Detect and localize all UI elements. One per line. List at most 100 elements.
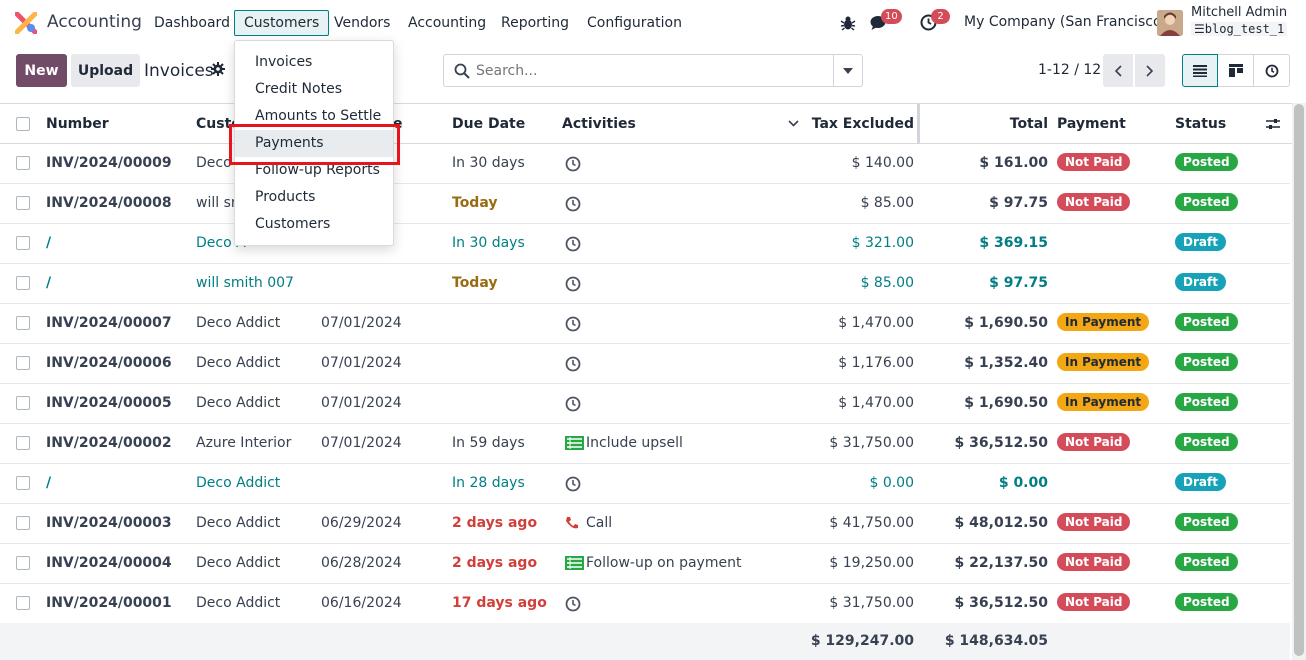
row-checkbox[interactable] <box>16 436 30 450</box>
company-switcher[interactable]: My Company (San Francisco) <box>964 14 1167 30</box>
invoice-number: INV/2024/00006 <box>46 355 172 371</box>
app-name[interactable]: Accounting <box>47 12 142 32</box>
activity-summary: Include upsell <box>586 435 683 451</box>
user-avatar[interactable] <box>1157 10 1183 36</box>
row-checkbox[interactable] <box>16 356 30 370</box>
row-checkbox[interactable] <box>16 196 30 210</box>
col-tax-excluded[interactable]: Tax Excluded <box>812 116 914 132</box>
clock-icon[interactable] <box>565 316 581 336</box>
invoice-number: / <box>46 475 52 491</box>
row-checkbox[interactable] <box>16 276 30 290</box>
col-due-date[interactable]: Due Date <box>452 116 525 132</box>
customer-name: Deco Addict <box>196 555 281 571</box>
search-icon <box>454 63 470 79</box>
bug-icon[interactable] <box>840 15 856 31</box>
table-header: Number Custo e Due Date Activities Tax E… <box>0 103 1306 144</box>
table-row[interactable]: / Deco A In 30 days $ 321.00 $ 369.15 Draft <box>0 224 1290 264</box>
gear-icon[interactable] <box>211 62 225 76</box>
row-checkbox[interactable] <box>16 236 30 250</box>
col-status[interactable]: Status <box>1175 116 1226 132</box>
due-date: In 28 days <box>452 475 525 491</box>
row-checkbox[interactable] <box>16 556 30 570</box>
status-badge: Posted <box>1175 433 1238 451</box>
total-amount: $ 0.00 <box>998 475 1048 491</box>
table-row[interactable]: / Deco Addict In 28 days $ 0.00 $ 0.00 Draft <box>0 464 1290 504</box>
customer-name: Deco Addict <box>196 595 281 611</box>
activity-view-button[interactable] <box>1254 54 1290 87</box>
table-row[interactable]: INV/2024/00008will smeToday$ 85.00$ 97.7… <box>0 184 1290 224</box>
total-amount: $ 369.15 <box>979 235 1048 251</box>
menu-customers[interactable]: Customers <box>234 10 330 36</box>
table-row[interactable]: INV/2024/00004 Deco Addict 06/28/2024 2 day… <box>0 544 1290 584</box>
table-row[interactable]: INV/2024/00006 Deco Addict 07/01/2024 $ 1,1… <box>0 344 1290 384</box>
clock-icon[interactable] <box>565 396 581 416</box>
pager-value[interactable]: 1-12 / 12 <box>1038 62 1101 78</box>
payment-status-badge: In Payment <box>1057 393 1150 411</box>
clock-icon[interactable] <box>565 236 581 256</box>
chevron-left-icon <box>1114 64 1122 77</box>
row-checkbox[interactable] <box>16 156 30 170</box>
user-name[interactable]: Mitchell Admin <box>1191 5 1287 20</box>
total-amount: $ 22,137.50 <box>954 555 1048 571</box>
search-options-toggle[interactable] <box>833 55 862 86</box>
tax-excluded: $ 31,750.00 <box>829 595 914 611</box>
tax-excluded: $ 0.00 <box>869 475 914 491</box>
table-row[interactable]: INV/2024/00007 Deco Addict 07/01/2024 $ 1,4… <box>0 304 1290 344</box>
clock-icon[interactable] <box>565 156 581 176</box>
col-payment[interactable]: Payment <box>1057 116 1126 132</box>
search-input[interactable] <box>476 61 831 81</box>
col-total[interactable]: Total <box>1010 116 1048 132</box>
menu-vendors[interactable]: Vendors <box>324 10 400 36</box>
col-activities[interactable]: Activities <box>562 116 636 132</box>
menu-item-credit-notes[interactable]: Credit Notes <box>235 76 393 103</box>
optional-columns-icon[interactable] <box>1266 117 1280 131</box>
upload-button[interactable]: Upload <box>71 54 140 87</box>
menu-reporting[interactable]: Reporting <box>491 10 579 36</box>
col-number[interactable]: Number <box>46 116 109 132</box>
clock-icon[interactable] <box>565 476 581 496</box>
menu-configuration[interactable]: Configuration <box>577 10 692 36</box>
menu-item-invoices[interactable]: Invoices <box>235 49 393 76</box>
kanban-view-button[interactable] <box>1218 54 1254 87</box>
row-checkbox[interactable] <box>16 476 30 490</box>
phone-icon[interactable] <box>565 516 579 534</box>
table-row[interactable]: INV/2024/00003 Deco Addict 06/29/2024 2 day… <box>0 504 1290 544</box>
accounting-app-icon[interactable] <box>15 12 37 34</box>
table-row[interactable]: INV/2024/00001 Deco Addict 06/16/2024 17 da… <box>0 584 1290 624</box>
pager-next-button[interactable] <box>1135 54 1165 87</box>
table-row[interactable]: INV/2024/00005 Deco Addict 07/01/2024 $ 1,4… <box>0 384 1290 424</box>
todo-list-icon[interactable] <box>565 436 584 454</box>
due-date: Today <box>452 195 498 211</box>
table-row[interactable]: / will smith 007 Today $ 85.00 $ 97.75 Draft <box>0 264 1290 304</box>
invoice-date: 06/29/2024 <box>321 515 402 531</box>
todo-list-icon[interactable] <box>565 556 584 574</box>
clock-icon[interactable] <box>565 596 581 616</box>
tax-excluded: $ 1,470.00 <box>838 315 914 331</box>
total-amount: $ 97.75 <box>989 195 1048 211</box>
pager-previous-button[interactable] <box>1103 54 1133 87</box>
database-name: ☰blog_test_1 <box>1191 22 1288 36</box>
chevron-down-icon[interactable] <box>788 120 799 127</box>
due-date: In 59 days <box>452 435 525 451</box>
menu-item-products[interactable]: Products <box>235 184 393 211</box>
clock-icon[interactable] <box>565 356 581 376</box>
menu-accounting[interactable]: Accounting <box>398 10 496 36</box>
list-view-button[interactable] <box>1182 54 1218 87</box>
invoice-number: INV/2024/00002 <box>46 435 172 451</box>
row-checkbox[interactable] <box>16 596 30 610</box>
new-button[interactable]: New <box>16 54 67 87</box>
menu-item-customers[interactable]: Customers <box>235 211 393 238</box>
table-row[interactable]: INV/2024/00002 Azure Interior 07/01/2024 In… <box>0 424 1290 464</box>
row-checkbox[interactable] <box>16 396 30 410</box>
clock-icon[interactable] <box>565 196 581 216</box>
clock-icon[interactable] <box>565 276 581 296</box>
table-row[interactable]: INV/2024/00009 Deco In 30 days $ 140.00 $ 16… <box>0 144 1290 184</box>
menu-dashboard[interactable]: Dashboard <box>144 10 240 36</box>
scrollbar-thumb[interactable] <box>1294 104 1304 656</box>
invoice-date: 07/01/2024 <box>321 435 402 451</box>
column-resize-handle[interactable] <box>917 104 920 144</box>
row-checkbox[interactable] <box>16 516 30 530</box>
select-all-checkbox[interactable] <box>16 117 30 131</box>
tax-excluded: $ 1,470.00 <box>838 395 914 411</box>
row-checkbox[interactable] <box>16 316 30 330</box>
